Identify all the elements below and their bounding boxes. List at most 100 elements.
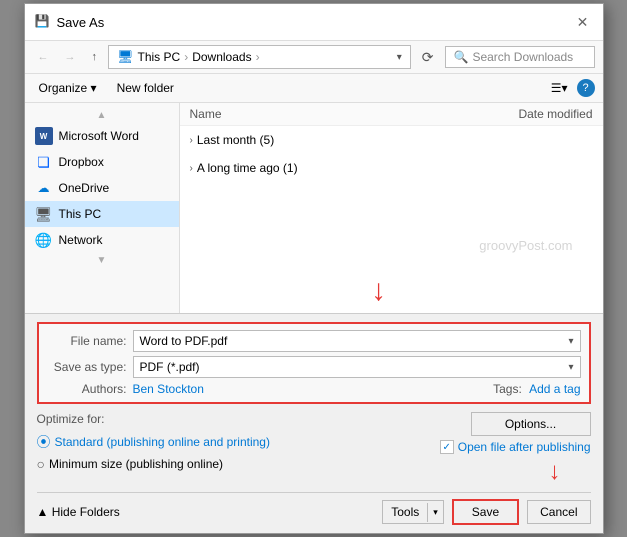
tools-button[interactable]: Tools ▾ bbox=[382, 500, 444, 524]
new-folder-button[interactable]: New folder bbox=[111, 78, 180, 98]
tools-label: Tools bbox=[383, 501, 427, 523]
tags-section: Tags: Add a tag bbox=[493, 382, 580, 396]
radio-standard-label: Standard (publishing online and printing… bbox=[55, 435, 270, 449]
savetype-label: Save as type: bbox=[47, 360, 127, 374]
onedrive-icon: ☁ bbox=[35, 179, 53, 197]
options-button[interactable]: Options... bbox=[471, 412, 591, 436]
organize-button[interactable]: Organize ▾ bbox=[33, 78, 103, 98]
open-after-area: ✓ Open file after publishing bbox=[440, 440, 591, 454]
file-group-last-month: › Last month (5) bbox=[180, 126, 603, 154]
help-button[interactable]: ? bbox=[577, 79, 595, 97]
sidebar-scroll-bottom: ▼ bbox=[25, 253, 179, 268]
address-sep-2: › bbox=[256, 50, 260, 64]
view-icons: ☰▾ ? bbox=[546, 78, 595, 98]
fields-area: File name: Word to PDF.pdf ▾ Save as typ… bbox=[37, 322, 591, 404]
file-header: Name Date modified bbox=[180, 103, 603, 126]
radio-minimum[interactable]: ○ Minimum size (publishing online) bbox=[37, 456, 379, 472]
nav-toolbar: ← → ↑ 🖥 This PC › Downloads › ▾ ⟳ 🔍 Sear… bbox=[25, 41, 603, 74]
address-downloads: Downloads bbox=[192, 50, 251, 64]
tags-label: Tags: bbox=[493, 382, 522, 396]
bottom-bar: ▲ Hide Folders Tools ▾ Save Cancel bbox=[37, 492, 591, 525]
search-placeholder: Search Downloads bbox=[472, 50, 573, 64]
action-bar: Organize ▾ New folder ☰▾ ? bbox=[25, 74, 603, 103]
filename-row: File name: Word to PDF.pdf ▾ bbox=[47, 330, 581, 352]
savetype-value: PDF (*.pdf) bbox=[140, 360, 200, 374]
save-as-dialog: 💾 Save As ✕ ← → ↑ 🖥 This PC › Downloads … bbox=[24, 3, 604, 534]
refresh-button[interactable]: ⟳ bbox=[417, 47, 439, 68]
save-button[interactable]: Save bbox=[452, 499, 519, 525]
word-icon: W bbox=[35, 127, 53, 145]
sidebar-label-microsoft-word: Microsoft Word bbox=[59, 129, 139, 143]
filename-dropdown-arrow: ▾ bbox=[568, 336, 573, 347]
group-label-long-ago: A long time ago (1) bbox=[197, 161, 298, 175]
radio-standard[interactable]: ⦿ Standard (publishing online and printi… bbox=[37, 432, 379, 452]
network-icon: 🌐 bbox=[35, 231, 53, 249]
chevron-icon-2: › bbox=[190, 163, 193, 174]
dropbox-icon: ❏ bbox=[35, 153, 53, 171]
open-after-checkbox[interactable]: ✓ bbox=[440, 440, 454, 454]
authors-value[interactable]: Ben Stockton bbox=[133, 382, 204, 396]
open-after-label: Open file after publishing bbox=[458, 440, 591, 454]
search-icon: 🔍 bbox=[454, 50, 469, 64]
column-header-date: Date modified bbox=[453, 107, 593, 121]
main-area: ▲ W Microsoft Word ❏ Dropbox ☁ OneDrive … bbox=[25, 103, 603, 313]
group-header-last-month[interactable]: › Last month (5) bbox=[180, 129, 603, 151]
sidebar-item-dropbox[interactable]: ❏ Dropbox bbox=[25, 149, 179, 175]
cancel-button[interactable]: Cancel bbox=[527, 500, 590, 524]
pc-icon: 🖥 bbox=[117, 49, 134, 65]
authors-row: Authors: Ben Stockton Tags: Add a tag bbox=[47, 382, 581, 396]
radio-empty-icon: ○ bbox=[37, 456, 45, 472]
close-button[interactable]: ✕ bbox=[573, 12, 593, 32]
file-group-long-ago: › A long time ago (1) bbox=[180, 154, 603, 182]
sidebar-label-dropbox: Dropbox bbox=[59, 155, 104, 169]
sidebar-scroll-top: ▲ bbox=[25, 108, 179, 123]
radio-minimum-label: Minimum size (publishing online) bbox=[49, 457, 223, 471]
savetype-dropdown-arrow: ▾ bbox=[568, 362, 573, 373]
savetype-row: Save as type: PDF (*.pdf) ▾ bbox=[47, 356, 581, 378]
search-bar[interactable]: 🔍 Search Downloads bbox=[445, 46, 595, 68]
sidebar-item-microsoft-word[interactable]: W Microsoft Word bbox=[25, 123, 179, 149]
sidebar-item-onedrive[interactable]: ☁ OneDrive bbox=[25, 175, 179, 201]
sidebar-item-this-pc[interactable]: 🖥 This PC bbox=[25, 201, 179, 227]
up-button[interactable]: ↑ bbox=[87, 48, 103, 66]
group-header-long-ago[interactable]: › A long time ago (1) bbox=[180, 157, 603, 179]
bottom-right-buttons: Tools ▾ Save Cancel bbox=[382, 499, 590, 525]
file-area: Name Date modified › Last month (5) › A … bbox=[180, 103, 603, 313]
address-bar[interactable]: 🖥 This PC › Downloads › ▾ bbox=[108, 45, 411, 69]
optimize-area: Optimize for: ⦿ Standard (publishing onl… bbox=[37, 412, 379, 486]
options-section: Optimize for: ⦿ Standard (publishing onl… bbox=[37, 412, 591, 486]
column-header-name: Name bbox=[190, 107, 453, 121]
optimize-label: Optimize for: bbox=[37, 412, 379, 426]
sidebar-label-network: Network bbox=[59, 233, 103, 247]
pc-icon-sidebar: 🖥 bbox=[35, 205, 53, 223]
radio-selected-icon: ⦿ bbox=[37, 432, 51, 452]
red-arrow-save: ↓ bbox=[549, 458, 561, 486]
address-dropdown-arrow: ▾ bbox=[397, 52, 402, 63]
bottom-section: File name: Word to PDF.pdf ▾ Save as typ… bbox=[25, 313, 603, 533]
address-sep-1: › bbox=[184, 50, 188, 64]
red-arrow-down: ↓ bbox=[371, 274, 386, 308]
sidebar-item-network[interactable]: 🌐 Network bbox=[25, 227, 179, 253]
filename-value: Word to PDF.pdf bbox=[140, 334, 228, 348]
view-toggle-button[interactable]: ☰▾ bbox=[546, 78, 573, 98]
add-tag-link[interactable]: Add a tag bbox=[529, 382, 580, 396]
authors-label: Authors: bbox=[47, 382, 127, 396]
savetype-input[interactable]: PDF (*.pdf) ▾ bbox=[133, 356, 581, 378]
filename-input[interactable]: Word to PDF.pdf ▾ bbox=[133, 330, 581, 352]
group-label-last-month: Last month (5) bbox=[197, 133, 274, 147]
back-button[interactable]: ← bbox=[33, 48, 54, 66]
sidebar-label-onedrive: OneDrive bbox=[59, 181, 110, 195]
filename-label: File name: bbox=[47, 334, 127, 348]
sidebar-label-this-pc: This PC bbox=[59, 207, 102, 221]
address-this-pc: This PC bbox=[138, 50, 181, 64]
chevron-icon: › bbox=[190, 135, 193, 146]
dialog-icon: 💾 bbox=[35, 14, 51, 30]
forward-button[interactable]: → bbox=[60, 48, 81, 66]
hide-folders-button[interactable]: ▲ Hide Folders bbox=[37, 505, 120, 519]
title-bar: 💾 Save As ✕ bbox=[25, 4, 603, 41]
tools-dropdown-arrow: ▾ bbox=[427, 503, 443, 522]
watermark: groovyPost.com bbox=[479, 238, 572, 253]
buttons-area: Options... ✓ Open file after publishing … bbox=[391, 412, 591, 486]
dialog-title: Save As bbox=[57, 15, 105, 30]
sidebar: ▲ W Microsoft Word ❏ Dropbox ☁ OneDrive … bbox=[25, 103, 180, 313]
